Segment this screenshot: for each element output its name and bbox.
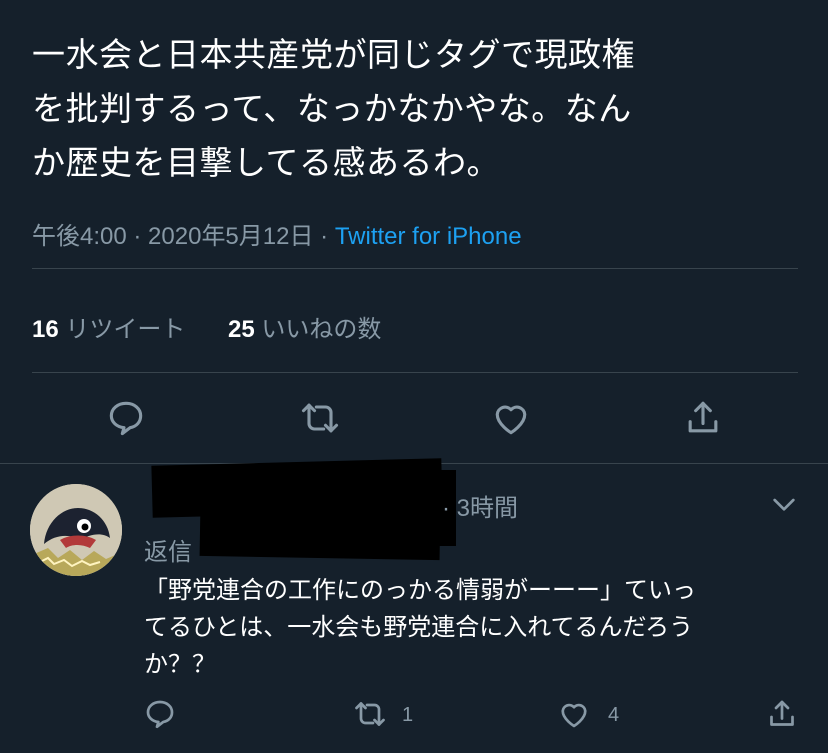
reply-text: 「野党連合の工作にのっかる情弱がーーー」ていっ てるひとは、一水会も野党連合に入… [144,576,696,678]
tweet-text: 一水会と日本共産党が同じタグで現政権 を批判するって、なっかなかやな。なん か歴… [32,35,635,182]
avatar[interactable] [30,484,122,576]
reply-like-count: 4 [608,704,620,726]
like-icon[interactable] [489,396,533,440]
tweet-meta: 午後4:00 · 2020年5月12日 · Twitter for iPhone [32,223,522,250]
divider [32,372,798,373]
reply-retweet-count: 1 [402,704,414,726]
tweet-actions [0,396,828,444]
share-icon[interactable] [764,696,800,732]
reply-actions: 1 4 [0,696,828,736]
tweet-source-link[interactable]: Twitter for iPhone [335,223,522,250]
retweets-stat[interactable]: 16 リツイート [32,316,185,343]
reply-icon[interactable] [104,396,148,440]
retweet-icon[interactable] [298,396,342,440]
divider [32,268,798,269]
retweet-icon[interactable] [352,696,388,732]
reply-to-label: 返信 [144,538,192,566]
likes-stat[interactable]: 25 いいねの数 [228,316,381,343]
reply-time: · 3時間 [442,495,519,522]
like-icon[interactable] [556,696,592,732]
tweet-stats: 16 リツイート 25 いいねの数 [32,309,417,344]
reply-icon[interactable] [142,696,178,732]
share-icon[interactable] [681,396,725,440]
chevron-down-icon[interactable] [768,488,800,520]
tweet-date: 2020年5月12日 [148,223,314,250]
tweet-time: 午後4:00 [32,223,127,250]
